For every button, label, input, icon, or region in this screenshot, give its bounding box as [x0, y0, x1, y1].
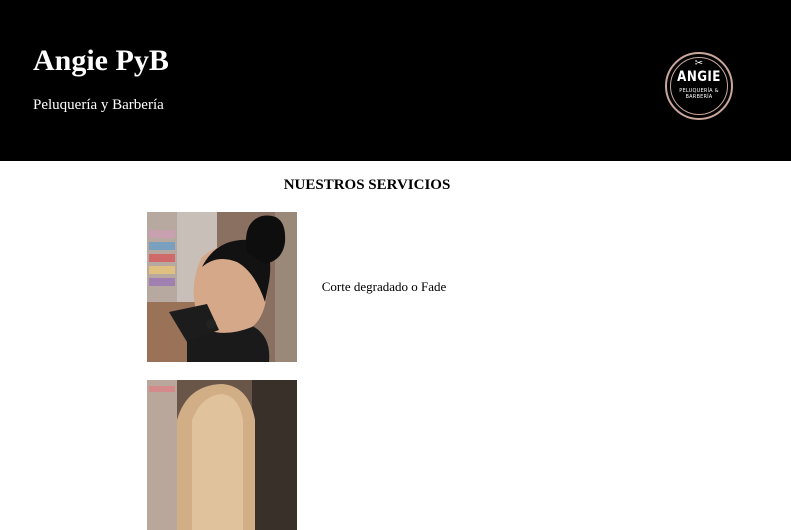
logo-name: ANGIE	[677, 69, 721, 85]
fade-haircut-photo	[147, 212, 297, 362]
logo-tagline: PELUQUERÍA & BARBERÍA	[679, 88, 719, 100]
site-subtitle: Peluquería y Barbería	[33, 97, 164, 113]
service-item: Corte degradado o Fade	[147, 212, 587, 362]
services-heading: NUESTROS SERVICIOS	[283, 177, 451, 193]
brand-logo: ✂ ANGIE PELUQUERÍA & BARBERÍA	[665, 52, 733, 120]
service-label: Corte degradado o Fade	[321, 279, 447, 294]
site-title: Angie PyB	[33, 44, 169, 77]
blonde-hair-photo	[147, 380, 297, 530]
site-header: Angie PyB Peluquería y Barbería ✂ ANGIE …	[0, 0, 791, 161]
scissors-icon: ✂	[694, 58, 704, 69]
service-item	[147, 380, 587, 530]
